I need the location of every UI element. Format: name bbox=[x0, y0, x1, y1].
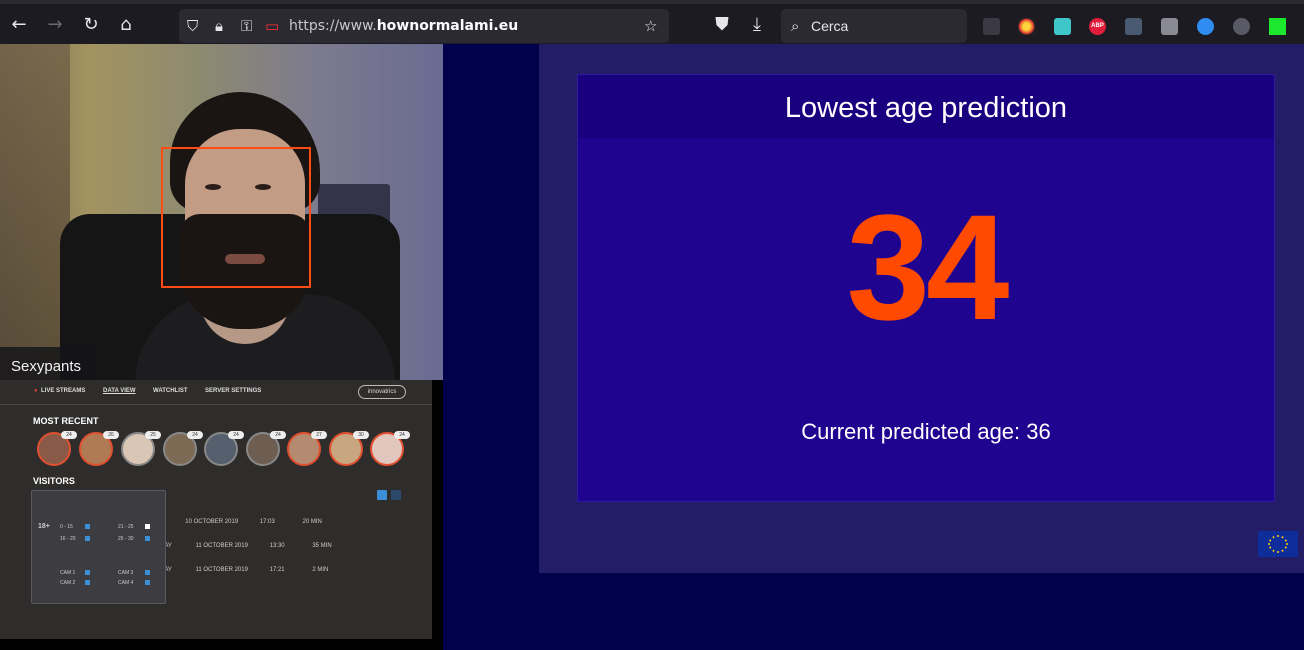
camera-sharing-icon[interactable]: ▭ bbox=[265, 9, 279, 43]
avatar-badge: 24 bbox=[61, 431, 77, 439]
avatar-badge: 27 bbox=[311, 431, 327, 439]
age-range: 21 - 25 bbox=[118, 524, 134, 530]
dashboard-nav: ● LIVE STREAMS DATA VIEW WATCHLIST SERVE… bbox=[0, 380, 432, 405]
download-icon[interactable]: ⤓ bbox=[744, 12, 770, 38]
visitor-row: DAY 11 OCTOBER 2019 13:30 35 MIN bbox=[160, 543, 332, 549]
cam-label: CAM 4 bbox=[118, 580, 134, 586]
row-time: 17:03 bbox=[259, 519, 275, 525]
browser-toolbar: ← → ↻ ⌂ ⛉ 🔒︎ ⚿ ▭ https://www.hownormalam… bbox=[0, 0, 1304, 44]
lock-icon[interactable]: 🔒︎ bbox=[215, 9, 223, 43]
row-date: 10 OCTOBER 2019 bbox=[185, 519, 239, 525]
lowest-age-value: 34 bbox=[846, 183, 1010, 351]
live-dot-icon: ● bbox=[34, 388, 38, 394]
innovatrics-logo: innovatrics bbox=[358, 385, 406, 399]
pocket-icon[interactable]: ⛊ bbox=[709, 12, 735, 38]
search-icon: ⌕ bbox=[791, 17, 800, 35]
avatar: 24 bbox=[370, 431, 410, 466]
age-filter-label: 18+ bbox=[38, 523, 50, 530]
extension-colorful-icon[interactable] bbox=[1018, 18, 1035, 35]
list-view-icon bbox=[377, 490, 387, 500]
extension-search-icon[interactable] bbox=[1054, 18, 1071, 35]
nav-live-streams: LIVE STREAMS bbox=[41, 388, 86, 394]
avatar-badge: 24 bbox=[228, 431, 244, 439]
avatar: 24 bbox=[204, 431, 244, 466]
reload-icon[interactable]: ↻ bbox=[78, 12, 104, 38]
avatar-badge: 24 bbox=[270, 431, 286, 439]
shield-icon[interactable]: ⛉ bbox=[187, 9, 198, 43]
back-arrow-icon[interactable]: ← bbox=[6, 12, 32, 38]
avatar: 24 bbox=[246, 431, 286, 466]
avatar: 30 bbox=[329, 431, 369, 466]
checkbox-checked bbox=[145, 536, 150, 541]
row-duration: 2 MIN bbox=[312, 567, 329, 573]
card-title: Lowest age prediction bbox=[578, 75, 1274, 138]
row-time: 17:21 bbox=[269, 567, 285, 573]
most-recent-title: MOST RECENT bbox=[33, 416, 99, 426]
current-age-text: Current predicted age: 36 bbox=[801, 419, 1051, 444]
avatar: 27 bbox=[287, 431, 327, 466]
webcam-feed: Sexypants bbox=[0, 44, 443, 380]
bookmark-star-icon[interactable]: ☆ bbox=[644, 9, 657, 43]
home-icon[interactable]: ⌂ bbox=[113, 12, 139, 38]
extension-leaf-icon[interactable] bbox=[1233, 18, 1250, 35]
visitors-title: VISITORS bbox=[33, 476, 75, 486]
cam-label: CAM 2 bbox=[60, 580, 76, 586]
avatar-badge: 30 bbox=[353, 431, 369, 439]
avatar: 25 bbox=[121, 431, 161, 466]
row-date: 11 OCTOBER 2019 bbox=[195, 567, 248, 573]
face-detection-box bbox=[161, 147, 311, 288]
nav-watchlist: WATCHLIST bbox=[153, 388, 188, 394]
extension-pen-icon[interactable] bbox=[983, 18, 1000, 35]
checkbox-unchecked bbox=[145, 524, 150, 529]
avatar: 24 bbox=[163, 431, 203, 466]
nav-server-settings: SERVER SETTINGS bbox=[205, 388, 262, 394]
filter-popup: 18+ 0 - 15 16 - 20 21 - 25 26 - 30 CAM 1… bbox=[31, 490, 166, 604]
checkbox-checked bbox=[85, 570, 90, 575]
extension-glasses-icon[interactable] bbox=[1125, 18, 1142, 35]
age-range: 16 - 20 bbox=[60, 536, 76, 542]
age-card: Lowest age prediction 34 Current predict… bbox=[577, 74, 1275, 502]
cam-label: CAM 3 bbox=[118, 570, 134, 576]
permissions-icon[interactable]: ⚿ bbox=[241, 9, 252, 43]
visitor-row: DAY 11 OCTOBER 2019 17:21 2 MIN bbox=[160, 567, 328, 573]
visitor-row: | 10 OCTOBER 2019 17:03 20 MIN bbox=[160, 519, 322, 525]
row-date: 11 OCTOBER 2019 bbox=[195, 543, 248, 549]
cam-label: CAM 1 bbox=[60, 570, 76, 576]
age-range: 26 - 30 bbox=[118, 536, 134, 542]
avatar-badge: 26 bbox=[103, 431, 119, 439]
extension-green-square-icon[interactable] bbox=[1269, 18, 1286, 35]
eu-flag-icon bbox=[1258, 531, 1298, 557]
avatar: 24 bbox=[37, 431, 77, 466]
grid-view-icon bbox=[391, 490, 401, 500]
search-placeholder: Cerca bbox=[811, 18, 849, 34]
age-range: 0 - 15 bbox=[60, 524, 73, 530]
extension-keyboard-icon[interactable] bbox=[1161, 18, 1178, 35]
checkbox-checked bbox=[85, 524, 90, 529]
forward-arrow-icon[interactable]: → bbox=[42, 12, 68, 38]
abp-label: ABP bbox=[1091, 23, 1104, 29]
search-bar[interactable]: ⌕ Cerca bbox=[781, 9, 967, 43]
avatar-badge: 24 bbox=[187, 431, 203, 439]
dashboard-screenshot: ● LIVE STREAMS DATA VIEW WATCHLIST SERVE… bbox=[0, 380, 432, 639]
checkbox-checked bbox=[85, 580, 90, 585]
abp-icon[interactable]: ABP bbox=[1089, 18, 1106, 35]
nav-data-view: DATA VIEW bbox=[103, 388, 136, 394]
checkbox-checked bbox=[85, 536, 90, 541]
avatar: 26 bbox=[79, 431, 119, 466]
name-tag: Sexypants bbox=[0, 347, 96, 380]
checkbox-checked bbox=[145, 580, 150, 585]
row-duration: 20 MIN bbox=[302, 519, 322, 525]
extension-location-icon[interactable] bbox=[1197, 18, 1214, 35]
avatar-badge: 25 bbox=[145, 431, 161, 439]
checkbox-checked bbox=[145, 570, 150, 575]
url-text[interactable]: https://www.hownormalami.eu bbox=[289, 9, 518, 43]
url-prefix: https://www. bbox=[289, 18, 377, 34]
address-bar[interactable]: ⛉ 🔒︎ ⚿ ▭ https://www.hownormalami.eu ☆ bbox=[179, 9, 669, 43]
url-domain: hownormalami.eu bbox=[376, 18, 519, 34]
row-duration: 35 MIN bbox=[312, 543, 332, 549]
avatar-badge: 24 bbox=[394, 431, 410, 439]
row-time: 13:30 bbox=[269, 543, 285, 549]
